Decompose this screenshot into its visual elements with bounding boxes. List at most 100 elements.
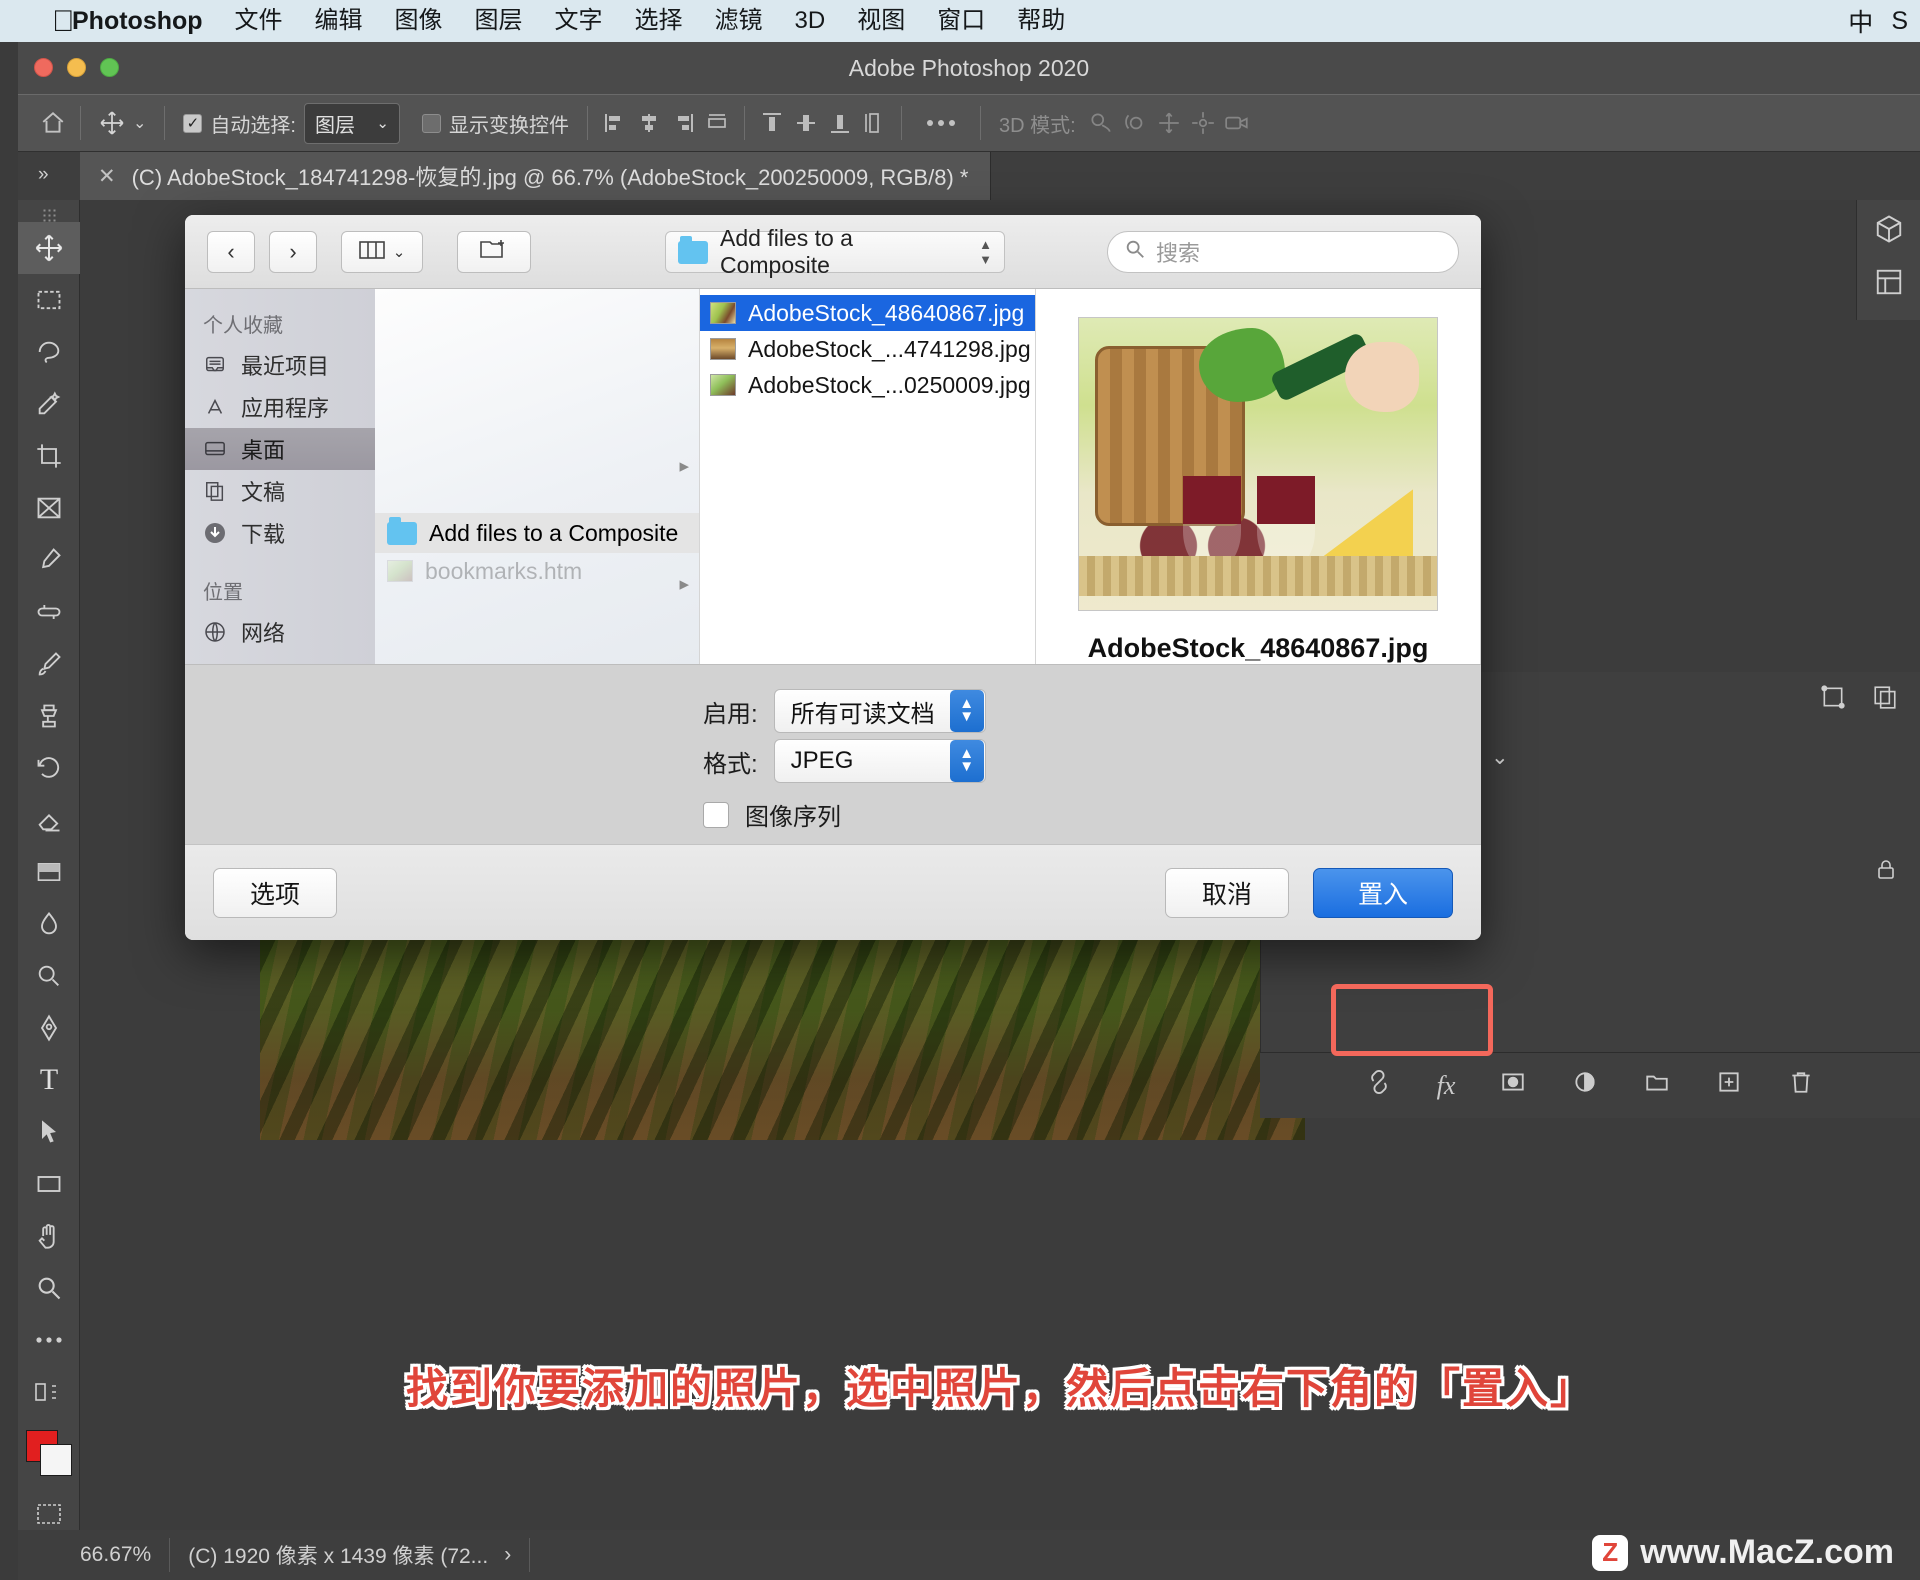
dodge-tool[interactable]: [18, 950, 80, 1002]
align-bottom-icon[interactable]: [823, 106, 857, 140]
menu-item-help[interactable]: 帮助: [1001, 0, 1081, 42]
place-button[interactable]: 置入: [1313, 867, 1453, 918]
chevron-double-right-icon[interactable]: »: [38, 164, 49, 186]
format-select[interactable]: JPEG ▲ ▼: [773, 739, 986, 783]
cancel-button[interactable]: 取消: [1165, 867, 1289, 918]
marquee-tool[interactable]: [18, 274, 80, 326]
browser-column-1[interactable]: Add files to a Composite bookmarks.htm ▸…: [375, 289, 700, 664]
chevron-down-icon[interactable]: ⌄: [1491, 745, 1509, 770]
align-center-v-icon[interactable]: [789, 106, 823, 140]
zoom-tool[interactable]: [18, 1262, 80, 1314]
align-right-icon[interactable]: [666, 106, 700, 140]
foreground-background-color[interactable]: [18, 1418, 80, 1488]
menu-item-view[interactable]: 视图: [841, 0, 921, 42]
close-icon[interactable]: ✕: [98, 164, 116, 189]
crop-tool[interactable]: [18, 430, 80, 482]
rectangle-tool[interactable]: [18, 1158, 80, 1210]
eraser-tool[interactable]: [18, 794, 80, 846]
apple-icon[interactable]: : [52, 2, 75, 42]
edit-toolbar-button[interactable]: [18, 1366, 80, 1418]
healing-brush-tool[interactable]: [18, 586, 80, 638]
zoom-level[interactable]: 66.67%: [62, 1538, 171, 1572]
distribute-h-icon[interactable]: [700, 106, 734, 140]
blur-tool[interactable]: [18, 898, 80, 950]
menu-item-image[interactable]: 图像: [379, 0, 459, 42]
link-icon[interactable]: [1365, 1069, 1393, 1102]
sidebar-item-downloads[interactable]: 下载: [185, 512, 375, 554]
frame-tool[interactable]: [18, 482, 80, 534]
show-transform-controls-checkbox[interactable]: ✓ 显示变换控件: [414, 109, 577, 138]
document-tab[interactable]: ✕ (C) AdobeStock_184741298-恢复的.jpg @ 66.…: [80, 152, 992, 200]
menu-item-edit[interactable]: 编辑: [299, 0, 379, 42]
sidebar-item-network[interactable]: 网络: [185, 611, 375, 653]
eyedropper-tool[interactable]: [18, 534, 80, 586]
checkbox-checked-icon[interactable]: ✓: [183, 113, 203, 133]
home-icon[interactable]: [36, 106, 70, 140]
move-tool[interactable]: [18, 222, 80, 274]
close-window-button[interactable]: [34, 58, 53, 77]
menu-item-layer[interactable]: 图层: [459, 0, 539, 42]
input-source-icon[interactable]: 中: [1848, 3, 1873, 39]
distribute-v-icon[interactable]: [857, 106, 891, 140]
file-list-item[interactable]: AdobeStock_...4741298.jpg: [700, 331, 1035, 367]
group-icon[interactable]: [1643, 1069, 1671, 1102]
minimize-window-button[interactable]: [67, 58, 86, 77]
copy-icon[interactable]: [1872, 684, 1898, 716]
path-selection-tool[interactable]: [18, 1106, 80, 1158]
3d-panel-icon[interactable]: [1874, 214, 1904, 249]
camera-3d-icon[interactable]: [1220, 106, 1254, 140]
menu-item-file[interactable]: 文件: [219, 0, 299, 42]
gradient-tool[interactable]: [18, 846, 80, 898]
ellipsis-icon[interactable]: [912, 106, 970, 140]
menu-item-type[interactable]: 文字: [539, 0, 619, 42]
auto-select-checkbox[interactable]: ✓ 自动选择:: [175, 109, 304, 138]
new-folder-button[interactable]: [457, 230, 531, 273]
pen-tool[interactable]: [18, 1002, 80, 1054]
brush-tool[interactable]: [18, 638, 80, 690]
more-tools-button[interactable]: [18, 1314, 80, 1366]
view-mode-button[interactable]: ⌄: [341, 230, 423, 273]
pan-3d-icon[interactable]: [1152, 106, 1186, 140]
status-extra-icon[interactable]: S: [1891, 7, 1908, 36]
new-layer-icon[interactable]: [1715, 1069, 1743, 1102]
roll-3d-icon[interactable]: [1118, 106, 1152, 140]
back-button[interactable]: ‹: [207, 230, 255, 273]
transform-icon[interactable]: [1820, 684, 1846, 716]
image-sequence-checkbox[interactable]: [703, 801, 729, 828]
align-left-icon[interactable]: [598, 106, 632, 140]
search-input[interactable]: 搜索: [1107, 231, 1459, 273]
hand-tool[interactable]: [18, 1210, 80, 1262]
adjustment-icon[interactable]: [1571, 1069, 1599, 1102]
type-tool[interactable]: T: [18, 1054, 80, 1106]
forward-button[interactable]: ›: [269, 230, 317, 273]
move-tool-icon[interactable]: ⌄: [91, 110, 154, 136]
orbit-3d-icon[interactable]: [1084, 106, 1118, 140]
browser-column-1-folder-row[interactable]: Add files to a Composite: [375, 513, 699, 553]
enable-select[interactable]: 所有可读文档 ▲ ▼: [773, 689, 986, 733]
delete-icon[interactable]: [1787, 1069, 1815, 1102]
vineyard-photo-layer[interactable]: [260, 940, 1305, 1140]
menu-item-3d[interactable]: 3D: [779, 0, 842, 42]
file-list-item[interactable]: AdobeStock_...0250009.jpg: [700, 367, 1035, 403]
menu-item-select[interactable]: 选择: [619, 0, 699, 42]
clone-stamp-tool[interactable]: [18, 690, 80, 742]
document-info[interactable]: (C) 1920 像素 x 1439 像素 (72... ›: [170, 1538, 531, 1572]
menu-item-app[interactable]: Photoshop: [56, 0, 219, 42]
browser-column-1-partial-row[interactable]: bookmarks.htm: [375, 551, 699, 591]
quick-selection-tool[interactable]: [18, 378, 80, 430]
file-list-item[interactable]: AdobeStock_48640867.jpg: [700, 295, 1035, 331]
align-top-icon[interactable]: [755, 106, 789, 140]
maximize-window-button[interactable]: [100, 58, 119, 77]
menu-item-window[interactable]: 窗口: [921, 0, 1001, 42]
path-location-button[interactable]: Add files to a Composite ▲ ▼: [665, 225, 1005, 278]
history-brush-tool[interactable]: [18, 742, 80, 794]
stepper-updown-icon[interactable]: ▲ ▼: [979, 238, 992, 266]
auto-select-scope-dropdown[interactable]: 图层 ⌄: [303, 102, 400, 144]
chevron-right-icon[interactable]: ›: [504, 1543, 511, 1567]
sidebar-item-desktop[interactable]: 桌面: [185, 428, 375, 470]
lasso-tool[interactable]: [18, 326, 80, 378]
mask-icon[interactable]: [1499, 1069, 1527, 1102]
properties-panel-icon[interactable]: [1874, 267, 1904, 302]
sidebar-item-recents[interactable]: 最近项目: [185, 344, 375, 386]
chevron-down-icon[interactable]: ⌄: [133, 113, 146, 133]
